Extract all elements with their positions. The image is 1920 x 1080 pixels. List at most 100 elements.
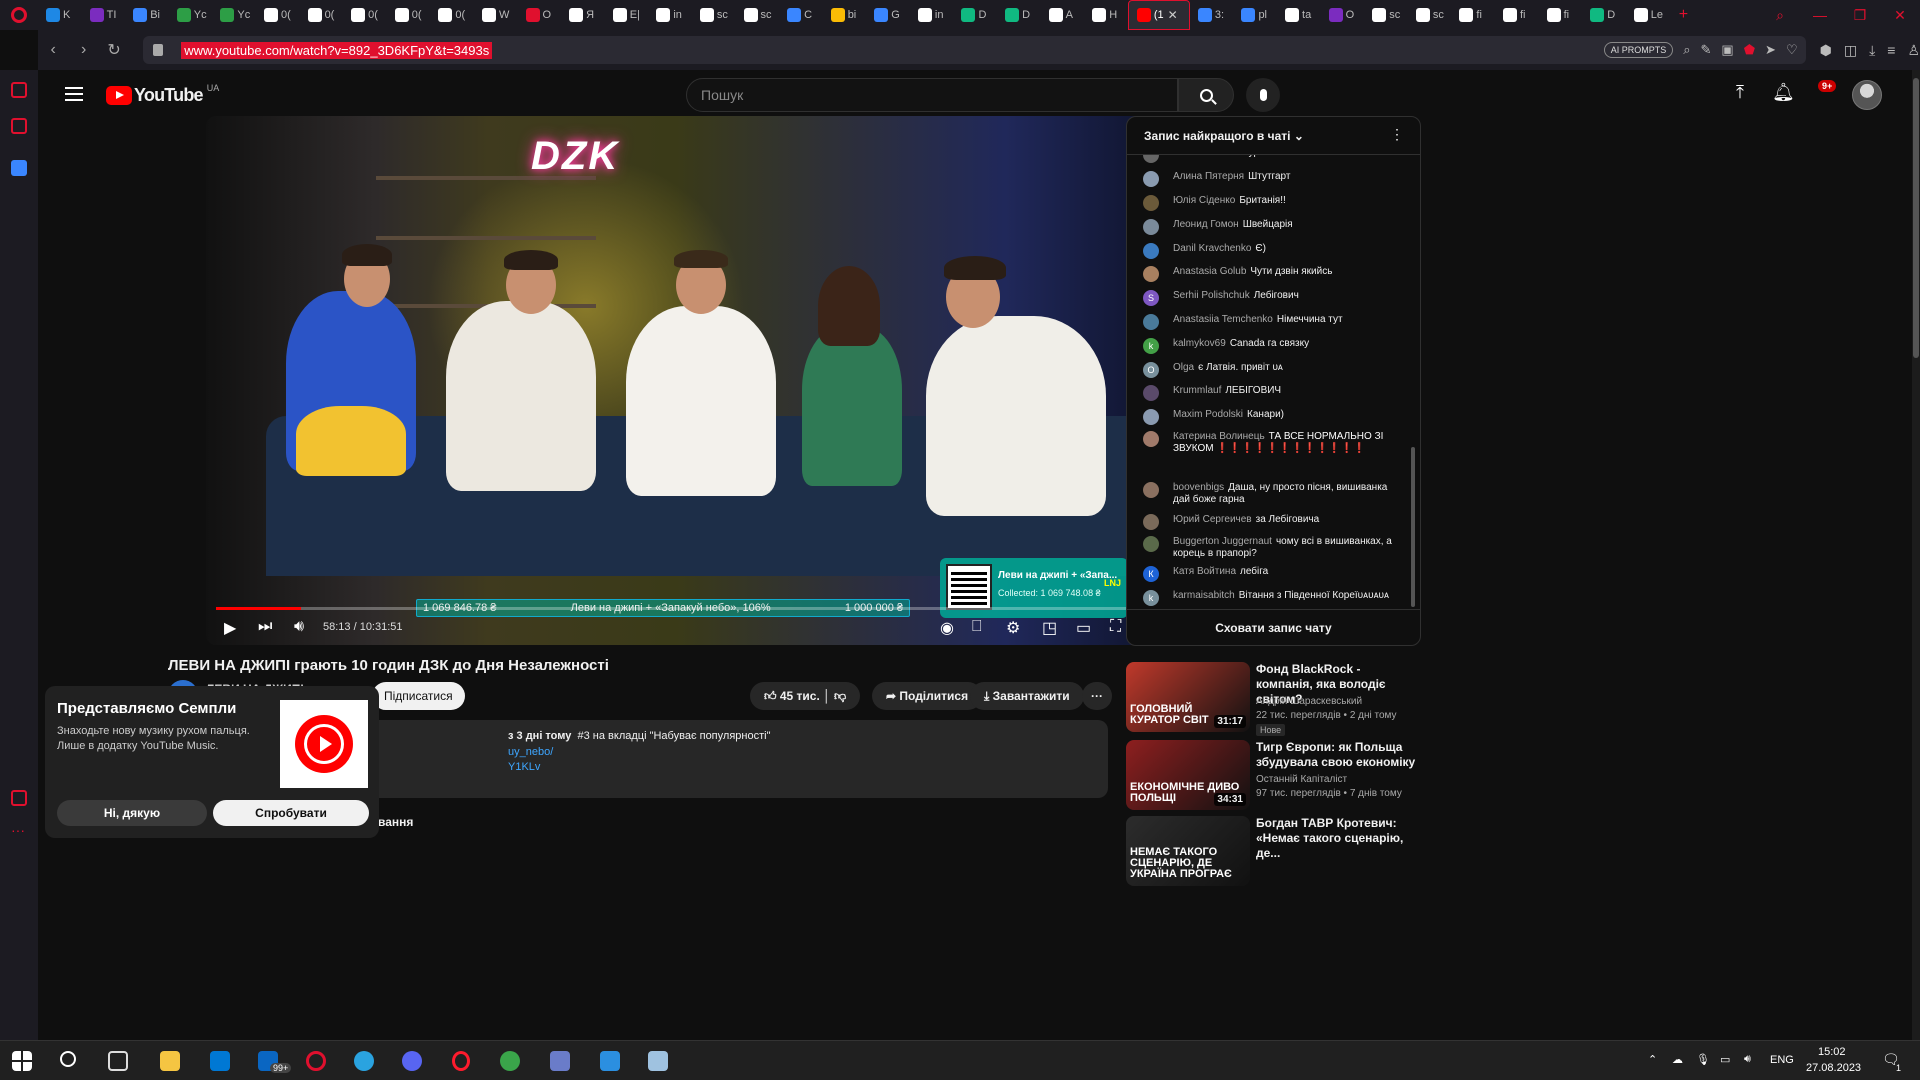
like-button[interactable]: 👍︎ 45 тис. │ 👎︎ bbox=[750, 682, 861, 710]
language-indicator[interactable]: ENG bbox=[1770, 1054, 1794, 1066]
chat-author-name[interactable]: Катерина Волинець bbox=[1173, 431, 1265, 442]
download-button[interactable]: ⤓ Завантажити bbox=[970, 682, 1084, 710]
shopping-icon[interactable] bbox=[11, 82, 27, 98]
chat-message[interactable]: k kalmykov69 Canada га связку bbox=[1143, 338, 1405, 354]
tray-chevron-icon[interactable]: ⌃ bbox=[1648, 1053, 1657, 1066]
related-channel[interactable]: Останній Капіталіст bbox=[1256, 774, 1347, 785]
theater-mode-icon[interactable]: ▭ bbox=[1076, 618, 1091, 638]
vscode-icon[interactable] bbox=[600, 1051, 620, 1071]
store-icon[interactable] bbox=[210, 1051, 230, 1071]
url-field[interactable]: www.youtube.com/watch?v=892_3D6KFpY&t=34… bbox=[143, 36, 1806, 64]
browser-tab[interactable]: sc bbox=[1364, 0, 1408, 30]
browser-tab[interactable]: G bbox=[866, 0, 910, 30]
chat-author-name[interactable]: Anastasiia Temchenko bbox=[1173, 314, 1273, 325]
chat-message[interactable]: К Катя Войтина лебіга bbox=[1143, 566, 1405, 582]
heart-icon[interactable]: ♡ bbox=[1786, 42, 1798, 58]
account-avatar[interactable] bbox=[1852, 80, 1882, 110]
chat-author-avatar[interactable] bbox=[1143, 385, 1159, 401]
mic-tray-icon[interactable]: 🎙︎ bbox=[1696, 1053, 1710, 1066]
next-icon[interactable]: ⏭︎ bbox=[258, 618, 272, 636]
chat-author-avatar[interactable]: S bbox=[1143, 290, 1159, 306]
browser-tab[interactable]: K bbox=[38, 0, 82, 30]
chat-author-name[interactable]: Юлія Сіденко bbox=[1173, 195, 1235, 206]
file-explorer-icon[interactable] bbox=[160, 1051, 180, 1071]
browser-tab[interactable]: A bbox=[1041, 0, 1085, 30]
page-scrollbar-thumb[interactable] bbox=[1913, 78, 1919, 358]
related-channel[interactable]: Андрій Шараскевський bbox=[1256, 696, 1362, 707]
chat-message[interactable]: TATIKRATI Гамбург bbox=[1143, 155, 1405, 163]
chat-author-avatar[interactable]: К bbox=[1143, 566, 1159, 582]
send-icon[interactable]: ➤ bbox=[1765, 42, 1776, 58]
more-actions-button[interactable]: ··· bbox=[1082, 682, 1112, 710]
shield-icon[interactable]: ⬟ bbox=[1744, 42, 1755, 58]
chat-author-name[interactable]: Алина Пятерня bbox=[1173, 171, 1244, 182]
chat-author-avatar[interactable]: k bbox=[1143, 338, 1159, 354]
chat-author-avatar[interactable]: O bbox=[1143, 362, 1159, 378]
chat-message[interactable]: k karmaisabitch Вітання з Південної Кореїᴜ… bbox=[1143, 590, 1405, 606]
chat-author-avatar[interactable] bbox=[1143, 171, 1159, 187]
app-icon[interactable] bbox=[11, 160, 27, 176]
xbox-icon[interactable] bbox=[500, 1051, 520, 1071]
cloud-icon[interactable]: ☁ bbox=[1672, 1053, 1683, 1066]
chat-author-name[interactable]: kalmykov69 bbox=[1173, 338, 1226, 349]
tab-youtube-active[interactable]: (1 ✕ bbox=[1127, 0, 1190, 30]
chat-message[interactable]: Danil Kravchenko Є) bbox=[1143, 243, 1405, 259]
download-icon[interactable]: ⤓ bbox=[1869, 42, 1875, 59]
related-thumbnail[interactable]: НЕМАЄ ТАКОГО СЦЕНАРІЮ, ДЕ УКРАЇНА ПРОГРА… bbox=[1126, 816, 1250, 886]
chat-author-name[interactable]: Danil Kravchenko bbox=[1173, 243, 1251, 254]
browser-tab[interactable]: 0( bbox=[387, 0, 431, 30]
browser-tab[interactable]: bi bbox=[823, 0, 867, 30]
browser-tab[interactable]: Yc bbox=[212, 0, 256, 30]
maximize-icon[interactable]: ❐ bbox=[1840, 0, 1880, 30]
related-thumbnail[interactable]: ГОЛОВНИЙ КУРАТОР СВІТ 31:17 bbox=[1126, 662, 1250, 732]
description-link-2[interactable]: Y1KLv bbox=[508, 761, 540, 773]
chat-author-name[interactable]: TATIKRATI bbox=[1173, 155, 1222, 158]
browser-tab[interactable]: fi bbox=[1495, 0, 1539, 30]
browser-tab[interactable]: TI bbox=[82, 0, 126, 30]
search-button[interactable] bbox=[1178, 78, 1234, 112]
profile-icon[interactable]: ♙ bbox=[1907, 42, 1920, 59]
settings-gear-icon[interactable]: ⚙ bbox=[1006, 618, 1020, 638]
chat-author-avatar[interactable] bbox=[1143, 266, 1159, 282]
chat-author-name[interactable]: Юрий Сергеичев bbox=[1173, 514, 1252, 525]
browser-tab[interactable]: in bbox=[910, 0, 954, 30]
chat-message[interactable]: Юлія Сіденко Британія!! bbox=[1143, 195, 1405, 211]
chat-author-avatar[interactable] bbox=[1143, 219, 1159, 235]
close-tab-icon[interactable]: ✕ bbox=[1168, 8, 1178, 22]
windows-start-icon[interactable] bbox=[12, 1051, 32, 1071]
autoplay-toggle[interactable]: ◉ bbox=[940, 618, 954, 638]
bell-icon[interactable]: 🔔︎ bbox=[1772, 82, 1795, 103]
browser-tab[interactable]: 0( bbox=[300, 0, 344, 30]
browser-tab[interactable]: 0( bbox=[343, 0, 387, 30]
video-player[interactable]: DZK 1 069 846.78 ₴ Леви на джипі + «Запа… bbox=[206, 116, 1146, 645]
browser-tab[interactable]: O bbox=[1321, 0, 1365, 30]
chat-message[interactable]: Anastasiia Temchenko Німеччина тут bbox=[1143, 314, 1405, 330]
chat-message[interactable]: Катерина Волинець ТА ВСЕ НОРМАЛЬНО ЗІ ЗВУ… bbox=[1143, 431, 1405, 455]
browser-tab[interactable]: H bbox=[1084, 0, 1128, 30]
browser-tab[interactable]: 0( bbox=[256, 0, 300, 30]
chat-author-name[interactable]: boovenbigs bbox=[1173, 482, 1224, 493]
camera-icon[interactable]: ▣ bbox=[1721, 42, 1733, 58]
url-text[interactable]: www.youtube.com/watch?v=892_3D6KFpY&t=34… bbox=[181, 41, 493, 59]
browser-tab[interactable]: sc bbox=[692, 0, 736, 30]
description-link-1[interactable]: uy_nebo/ bbox=[508, 746, 553, 758]
chat-author-name[interactable]: Anastasia Golub bbox=[1173, 266, 1246, 277]
discord-icon[interactable] bbox=[402, 1051, 422, 1071]
chat-author-avatar[interactable] bbox=[1143, 155, 1159, 163]
voice-search-button[interactable] bbox=[1246, 78, 1280, 112]
hide-chat-button[interactable]: Сховати запис чату bbox=[1127, 609, 1420, 645]
chat-message[interactable]: Алина Пятерня Штутгарт bbox=[1143, 171, 1405, 187]
chat-message[interactable]: Anastasia Golub Чути дзвін якийсь bbox=[1143, 266, 1405, 282]
forward-icon[interactable]: › bbox=[68, 41, 98, 59]
related-video-item[interactable]: ЕКОНОМІЧНЕ ДИВО ПОЛЬЩІ 34:31 Тигр Європи: … bbox=[1126, 740, 1426, 812]
network-icon[interactable]: ▭ bbox=[1720, 1053, 1730, 1066]
browser-tab[interactable]: O bbox=[518, 0, 562, 30]
edit-icon[interactable]: ✎ bbox=[1701, 42, 1712, 58]
chat-author-name[interactable]: Катя Войтина bbox=[1173, 566, 1236, 577]
chat-author-name[interactable]: karmaisabitch bbox=[1173, 590, 1235, 601]
browser-tab[interactable]: in bbox=[648, 0, 692, 30]
browser-tab[interactable]: sc bbox=[1408, 0, 1452, 30]
try-button[interactable]: Спробувати bbox=[213, 800, 369, 826]
browser-tab[interactable]: D bbox=[1582, 0, 1626, 30]
chat-message[interactable]: O Olga є Латвія. привіт ᴜᴀ bbox=[1143, 362, 1405, 378]
